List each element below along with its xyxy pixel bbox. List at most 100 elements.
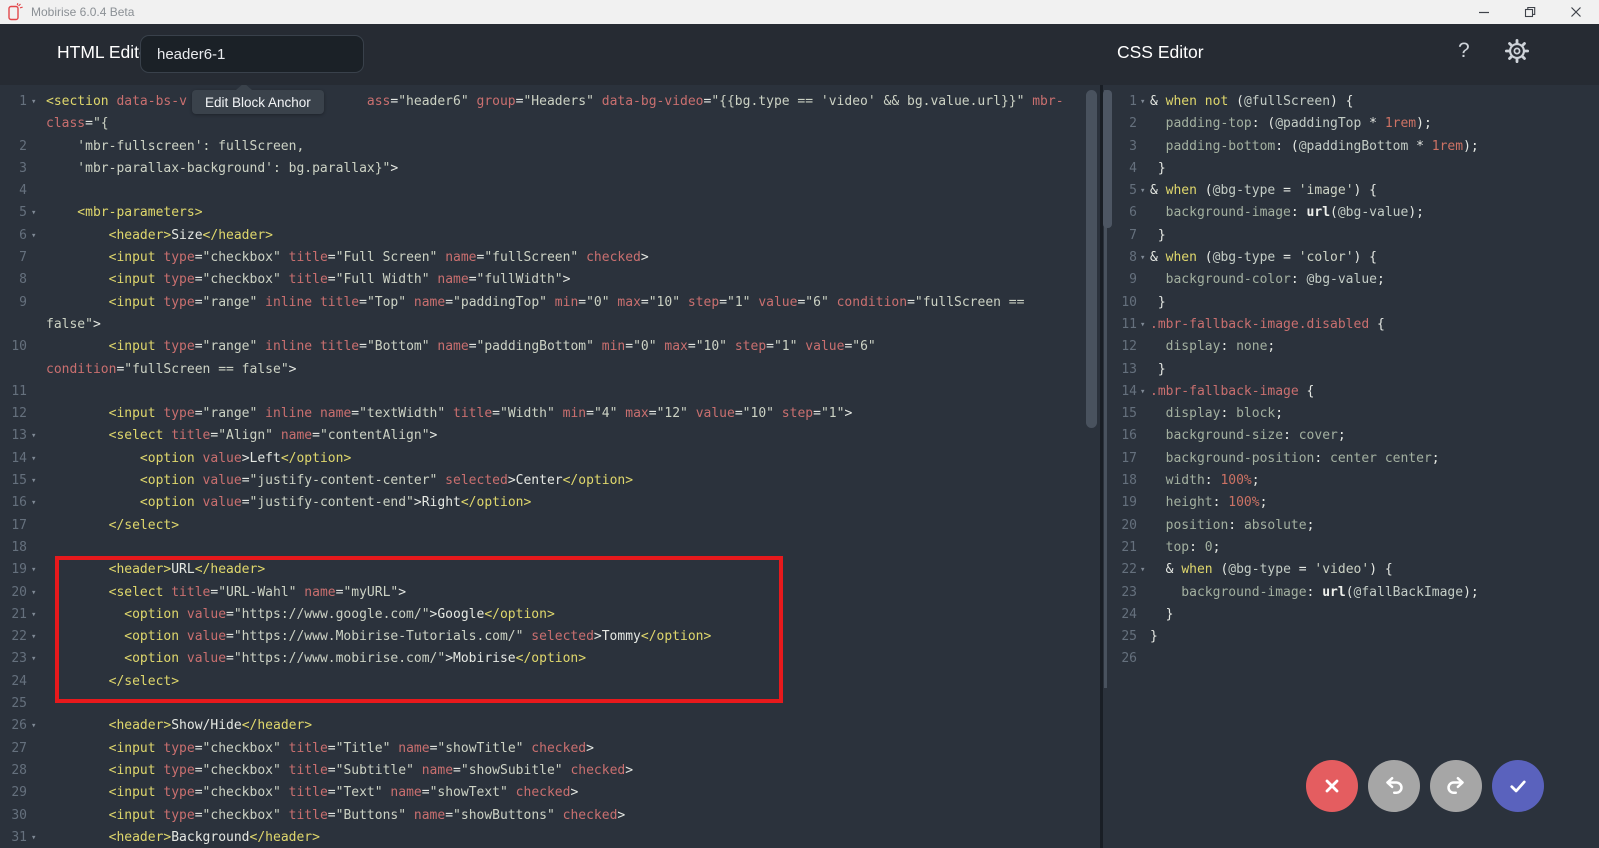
code-line: 5▾ <mbr-parameters> (0, 202, 1100, 224)
code-line: 3 padding-bottom: (@paddingBottom * 1rem… (1113, 136, 1599, 158)
code-line: 3 'mbr-parallax-background': bg.parallax… (0, 158, 1100, 180)
close-window-icon[interactable] (1553, 0, 1599, 24)
code-text: <input type="checkbox" title="Full Width… (46, 269, 570, 291)
gutter-spacer (27, 336, 46, 358)
cancel-button[interactable] (1306, 760, 1358, 812)
code-line: 2 'mbr-fullscreen': fullScreen, (0, 136, 1100, 158)
line-number: 9 (1113, 269, 1137, 291)
code-text: <input type="checkbox" title="Subtitle" … (46, 760, 633, 782)
code-text: <header>Background</header> (46, 827, 320, 848)
code-line: condition="fullScreen == false"> (0, 359, 1100, 381)
gutter-spacer (1137, 359, 1150, 381)
line-number: 17 (0, 515, 27, 537)
editor-toolbar: HTML Editor CSS Editor ? (0, 24, 1599, 85)
editor-action-buttons (1306, 760, 1544, 812)
fold-arrow-icon[interactable]: ▾ (1137, 314, 1150, 336)
fold-arrow-icon[interactable]: ▾ (27, 626, 46, 648)
fold-arrow-icon[interactable]: ▾ (27, 559, 46, 581)
fold-arrow-icon[interactable]: ▾ (27, 470, 46, 492)
code-line: 6 background-image: url(@bg-value); (1113, 202, 1599, 224)
html-code-area[interactable]: 1▾<section data-bs-vass="header6" group=… (0, 85, 1100, 848)
css-editor-panel[interactable]: 1▾& when not (@fullScreen) {2 padding-to… (1103, 85, 1599, 848)
html-editor-scrollbar[interactable] (1086, 90, 1097, 428)
line-number: 25 (0, 693, 27, 715)
fold-arrow-icon[interactable]: ▾ (27, 582, 46, 604)
fold-arrow-icon[interactable]: ▾ (27, 648, 46, 670)
code-line: 28 <input type="checkbox" title="Subtitl… (0, 760, 1100, 782)
fold-arrow-icon[interactable]: ▾ (27, 425, 46, 447)
fold-arrow-icon[interactable]: ▾ (27, 715, 46, 737)
code-line: 26 (1113, 648, 1599, 670)
line-number: 2 (1113, 113, 1137, 135)
line-number: 10 (1113, 292, 1137, 314)
undo-button[interactable] (1368, 760, 1420, 812)
gutter-spacer (27, 314, 46, 336)
line-number: 8 (1113, 247, 1137, 269)
code-line: 18 (0, 537, 1100, 559)
fold-arrow-icon[interactable]: ▾ (1137, 247, 1150, 269)
fold-arrow-icon[interactable]: ▾ (1137, 91, 1150, 113)
fold-arrow-icon[interactable]: ▾ (27, 225, 46, 247)
code-line: 14▾.mbr-fallback-image { (1113, 381, 1599, 403)
line-number: 30 (0, 805, 27, 827)
gear-icon[interactable] (1504, 38, 1530, 69)
code-text: display: block; (1150, 403, 1283, 425)
minimize-button[interactable] (1461, 0, 1507, 24)
code-line: 8▾& when (@bg-type = 'color') { (1113, 247, 1599, 269)
line-number: 12 (0, 403, 27, 425)
code-line: 25} (1113, 626, 1599, 648)
code-text: <header>Show/Hide</header> (46, 715, 312, 737)
code-text: height: 100%; (1150, 492, 1267, 514)
code-text: .mbr-fallback-image.disabled { (1150, 314, 1385, 336)
html-editor-panel[interactable]: 1▾<section data-bs-vass="header6" group=… (0, 85, 1103, 848)
block-anchor-input[interactable] (140, 35, 364, 73)
fold-arrow-icon[interactable]: ▾ (27, 827, 46, 848)
check-icon (1505, 773, 1531, 799)
code-line: 21 top: 0; (1113, 537, 1599, 559)
fold-arrow-icon[interactable]: ▾ (27, 91, 46, 113)
code-line: 2 padding-top: (@paddingTop * 1rem); (1113, 113, 1599, 135)
line-number: 1 (0, 91, 27, 113)
code-text: } (1150, 292, 1166, 314)
code-text: 'mbr-fullscreen': fullScreen, (46, 136, 304, 158)
line-number: 20 (0, 582, 27, 604)
fold-arrow-icon[interactable]: ▾ (27, 492, 46, 514)
css-code-area[interactable]: 1▾& when not (@fullScreen) {2 padding-to… (1103, 85, 1599, 671)
gutter-spacer (27, 136, 46, 158)
fold-arrow-icon[interactable]: ▾ (1137, 180, 1150, 202)
restore-button[interactable] (1507, 0, 1553, 24)
line-number: 7 (1113, 225, 1137, 247)
code-line: 19▾ <header>URL</header> (0, 559, 1100, 581)
code-text: & when (@bg-type = 'image') { (1150, 180, 1377, 202)
code-text: </select> (46, 671, 179, 693)
code-text: <mbr-parameters> (46, 202, 203, 224)
code-text: <select title="URL-Wahl" name="myURL"> (46, 582, 406, 604)
code-text: background-size: cover; (1150, 425, 1346, 447)
help-icon[interactable]: ? (1458, 39, 1470, 63)
line-number: 13 (1113, 359, 1137, 381)
fold-arrow-icon[interactable]: ▾ (1137, 559, 1150, 581)
redo-button[interactable] (1430, 760, 1482, 812)
gutter-spacer (1137, 202, 1150, 224)
code-text: <select title="Align" name="contentAlign… (46, 425, 437, 447)
code-text: <input type="checkbox" title="Text" name… (46, 782, 578, 804)
code-text: <input type="range" inline title="Top" n… (46, 292, 1024, 314)
code-text: 'mbr-parallax-background': bg.parallax}"… (46, 158, 398, 180)
gutter-spacer (1137, 113, 1150, 135)
code-line: 12 display: none; (1113, 336, 1599, 358)
code-text: <header>Size</header> (46, 225, 273, 247)
gutter-spacer (27, 403, 46, 425)
fold-arrow-icon[interactable]: ▾ (1137, 381, 1150, 403)
css-editor-scrollbar[interactable] (1103, 90, 1112, 228)
line-number: 22 (0, 626, 27, 648)
code-text: <input type="checkbox" title="Title" nam… (46, 738, 594, 760)
confirm-button[interactable] (1492, 760, 1544, 812)
fold-arrow-icon[interactable]: ▾ (27, 448, 46, 470)
code-line: 18 width: 100%; (1113, 470, 1599, 492)
gutter-spacer (27, 247, 46, 269)
code-text: <input type="range" inline title="Bottom… (46, 336, 876, 358)
line-number: 4 (0, 180, 27, 202)
fold-arrow-icon[interactable]: ▾ (27, 604, 46, 626)
fold-arrow-icon[interactable]: ▾ (27, 202, 46, 224)
code-line: 29 <input type="checkbox" title="Text" n… (0, 782, 1100, 804)
